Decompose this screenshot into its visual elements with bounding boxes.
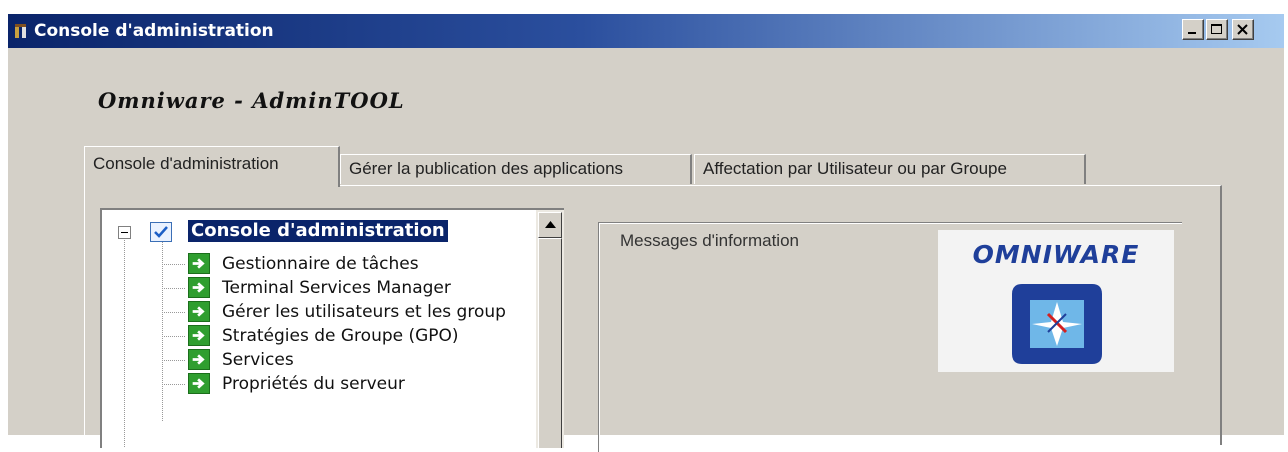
- tree-item[interactable]: Stratégies de Groupe (GPO): [102, 324, 542, 348]
- maximize-icon: [1211, 24, 1222, 34]
- tree-item[interactable]: Propriétés du serveur: [102, 372, 542, 396]
- omniware-logo: OMNIWARE: [938, 230, 1174, 372]
- tree-item[interactable]: Gérer les utilisateurs et les group: [102, 300, 542, 324]
- compass-logo-icon: [1012, 284, 1102, 364]
- green-arrow-icon: [188, 325, 210, 346]
- tree-item-label: Gestionnaire de tâches: [222, 254, 419, 274]
- logo-text: OMNIWARE: [972, 240, 1140, 269]
- tree-root-label: Console d'administration: [188, 220, 448, 242]
- tree-item-label: Gérer les utilisateurs et les group: [222, 302, 506, 322]
- tree-item-label: Stratégies de Groupe (GPO): [222, 326, 459, 346]
- tree-scrollbar[interactable]: [536, 210, 564, 448]
- green-arrow-icon: [188, 253, 210, 274]
- green-arrow-icon: [188, 277, 210, 298]
- tree-item-label: Propriétés du serveur: [222, 374, 405, 394]
- tab-label: Affectation par Utilisateur ou par Group…: [703, 159, 1007, 178]
- tab-console-administration[interactable]: Console d'administration: [84, 146, 340, 187]
- maximize-button[interactable]: [1206, 19, 1228, 40]
- scroll-thumb[interactable]: [538, 238, 562, 448]
- tree-item-label: Services: [222, 350, 294, 370]
- tab-publication-applications[interactable]: Gérer la publication des applications: [340, 154, 692, 184]
- green-arrow-icon: [188, 349, 210, 370]
- tab-label: Console d'administration: [93, 154, 279, 173]
- tree-item-label: Terminal Services Manager: [222, 278, 451, 298]
- checkbox-checked-icon[interactable]: [150, 222, 172, 242]
- admin-tree-view[interactable]: Console d'administration Gestionnaire de…: [100, 208, 564, 448]
- minimize-button[interactable]: [1182, 19, 1204, 40]
- scroll-up-button[interactable]: [538, 212, 562, 238]
- app-brand-title: Omniware - AdminTOOL: [98, 88, 405, 113]
- collapse-icon[interactable]: [118, 226, 131, 239]
- green-arrow-icon: [188, 301, 210, 322]
- arrow-up-icon: [545, 221, 556, 228]
- title-bar[interactable]: Console d'administration: [8, 14, 1284, 48]
- tree-item[interactable]: Services: [102, 348, 542, 372]
- window-title: Console d'administration: [34, 21, 274, 41]
- app-tools-icon: [15, 24, 26, 38]
- green-arrow-icon: [188, 373, 210, 394]
- close-button[interactable]: [1232, 19, 1254, 40]
- tree-root-row[interactable]: Console d'administration: [102, 220, 542, 244]
- tab-affectation-utilisateur-groupe[interactable]: Affectation par Utilisateur ou par Group…: [694, 154, 1086, 184]
- tree-item[interactable]: Gestionnaire de tâches: [102, 252, 542, 276]
- minimize-icon: [1188, 32, 1196, 34]
- info-messages-label: Messages d'information: [620, 231, 799, 250]
- tab-label: Gérer la publication des applications: [349, 159, 624, 178]
- close-icon: [1237, 24, 1248, 35]
- tree-item[interactable]: Terminal Services Manager: [102, 276, 542, 300]
